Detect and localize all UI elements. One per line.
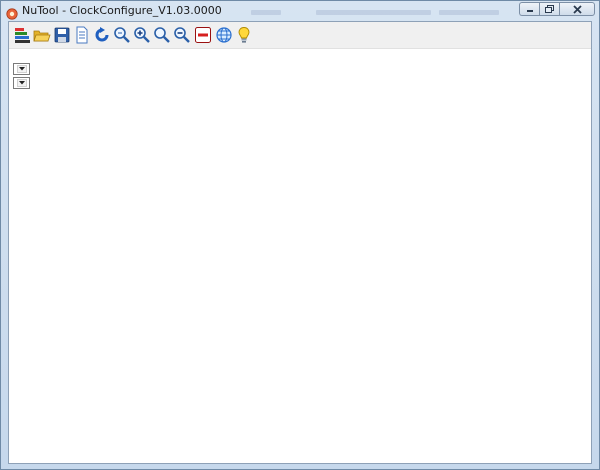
open-button[interactable] [32,25,52,45]
zoom-in-icon [134,27,150,43]
dropdown-2[interactable] [13,77,30,89]
toolbar [9,22,591,49]
dropdown-2-arrow[interactable] [17,79,27,87]
refresh-icon [95,27,109,42]
chevron-down-icon [19,67,25,71]
title-bar[interactable]: NuTool - ClockConfigure_V1.03.0000 [1,1,599,21]
globe-icon [216,27,232,43]
background-window-blur [251,10,281,15]
document-icon [76,26,88,44]
dropdown-1-arrow[interactable] [17,65,27,73]
chevron-down-icon [19,81,25,85]
window-title: NuTool - ClockConfigure_V1.03.0000 [22,4,222,17]
background-window-blur [439,10,499,15]
restore-button[interactable] [539,2,559,16]
close-icon [572,4,582,14]
zoom-icon [154,27,170,43]
minimize-icon [526,10,533,12]
save-icon [54,27,70,43]
open-folder-icon [33,30,51,42]
app-window: NuTool - ClockConfigure_V1.03.0000 [0,0,600,470]
background-window-blur [316,10,431,15]
clock-tree-button[interactable] [12,25,32,45]
zoom-fit-icon [114,27,130,43]
zoom-button[interactable] [152,25,172,45]
zoom-out-icon [174,27,190,43]
stop-icon [195,27,211,43]
restore-icon [545,5,554,13]
stop-button[interactable] [193,25,213,45]
zoom-in-button[interactable] [132,25,152,45]
globe-button[interactable] [214,25,234,45]
dropdown-1[interactable] [13,63,30,75]
lightbulb-button[interactable] [234,25,254,45]
zoom-out-button[interactable] [172,25,192,45]
clock-tree-icon [15,28,30,43]
app-icon[interactable] [6,5,18,20]
refresh-button[interactable] [92,25,112,45]
window-controls [519,2,595,18]
zoom-fit-button[interactable] [112,25,132,45]
lightbulb-icon [238,27,250,43]
minimize-button[interactable] [519,2,539,16]
document-button[interactable] [72,25,92,45]
main-area [8,21,592,464]
close-button[interactable] [559,2,595,16]
save-button[interactable] [52,25,72,45]
